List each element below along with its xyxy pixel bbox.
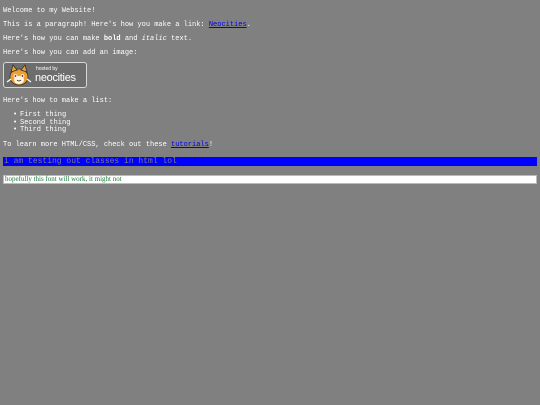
learn-paragraph-text: To learn more HTML/CSS, check out these	[3, 141, 172, 149]
list-item: • Third thing	[3, 126, 70, 135]
image-paragraph: Here's how you can add an image:	[3, 49, 138, 57]
page-heading: Welcome to my Website!	[3, 7, 96, 15]
bullet-icon: •	[13, 126, 18, 134]
format-paragraph-middle: and	[120, 35, 142, 43]
badge-big-text: neocities	[35, 72, 76, 84]
neocities-link[interactable]: Neocities	[209, 21, 247, 29]
white-font-bar: hopefully this font will work, it might …	[3, 175, 537, 184]
link-paragraph-end: .	[246, 21, 251, 29]
link-paragraph: This is a paragraph! Here's how you make…	[3, 21, 251, 30]
example-list: • First thing • Second thing • Third thing	[3, 111, 70, 135]
learn-paragraph: To learn more HTML/CSS, check out these …	[3, 141, 213, 150]
tutorials-link[interactable]: tutorials	[171, 141, 209, 149]
format-paragraph-end: text.	[166, 35, 193, 43]
italic-text: italic	[141, 35, 167, 43]
neocities-cat-icon	[6, 64, 32, 86]
blue-class-bar: i am testing out classes in html lol	[3, 157, 537, 166]
list-paragraph: Here's how to make a list:	[3, 97, 113, 105]
bold-text: bold	[103, 35, 121, 43]
list-item-label: Third thing	[20, 126, 67, 134]
learn-paragraph-end: !	[208, 141, 214, 149]
format-paragraph: Here's how you can make bold and italic …	[3, 35, 192, 44]
format-paragraph-text: Here's how you can make	[3, 35, 104, 43]
hosted-by-neocities-badge[interactable]: hosted by neocities	[3, 62, 87, 88]
link-paragraph-text: This is a paragraph! Here's how you make…	[3, 21, 209, 29]
